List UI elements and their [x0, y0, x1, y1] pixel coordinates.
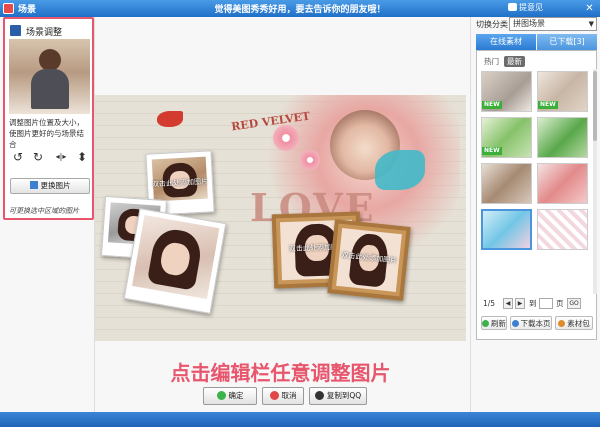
goto-label: 到	[529, 299, 537, 308]
material-thumbnail[interactable]: NEW	[481, 71, 532, 112]
scene-adjust-icon	[10, 25, 21, 36]
transform-toolbar: ↺ ↻ ◂|▸ ⬍	[11, 150, 91, 166]
flip-horizontal-icon[interactable]: ◂|▸	[51, 150, 71, 164]
red-bird-decoration	[157, 111, 183, 127]
material-thumbnails: NEW NEW NEW	[481, 71, 593, 293]
new-badge: NEW	[482, 147, 502, 155]
material-thumbnail[interactable]	[537, 163, 588, 204]
refresh-button[interactable]: 刷新	[481, 316, 507, 330]
refresh-icon	[482, 320, 489, 327]
download-page-label: 下载本页	[520, 319, 551, 328]
pagination: 1/5 ◀ ▶ 到 页 GO	[481, 298, 593, 310]
category-select[interactable]: 拼图场景 ▼	[509, 17, 597, 31]
handwritten-note: 可更换选中区域的图片	[9, 207, 79, 215]
check-icon	[216, 391, 226, 400]
selected-photo-preview	[9, 39, 90, 114]
butterfly-decoration	[375, 150, 425, 190]
chevron-down-icon: ▼	[588, 20, 594, 28]
scene-canvas[interactable]: RED VELVET LOVE 双击此处添加图片 双击此处添加图片 双击此处添加…	[95, 95, 466, 341]
material-thumbnail[interactable]	[537, 117, 588, 158]
photo-slot	[132, 215, 220, 300]
close-icon	[269, 391, 279, 400]
wooden-photo-frame[interactable]: 双击此处添加图片	[327, 219, 411, 301]
material-thumbnail[interactable]	[481, 209, 532, 250]
filter-hot[interactable]: 热门	[481, 56, 502, 67]
go-button[interactable]: GO	[567, 298, 581, 309]
flower-decoration	[300, 150, 320, 170]
panel-description: 调整图片位置及大小，使图片更好的与场景结合	[9, 118, 84, 149]
replace-image-button[interactable]: 更换图片	[10, 178, 90, 194]
feedback-label: 提意见	[519, 3, 543, 12]
instruction-caption: 点击编辑栏任意调整图片	[170, 361, 391, 385]
material-pack-button[interactable]: 素材包	[555, 316, 593, 330]
cancel-button[interactable]: 取消	[262, 387, 304, 405]
rotate-left-icon[interactable]: ↺	[11, 150, 25, 164]
material-actions: 刷新 下载本页 素材包	[481, 316, 593, 330]
image-icon	[29, 181, 38, 189]
download-icon	[511, 320, 519, 327]
material-thumbnail[interactable]: NEW	[537, 71, 588, 112]
ok-button[interactable]: 确定	[203, 387, 257, 405]
prev-page-button[interactable]: ◀	[503, 298, 513, 309]
page-indicator: 1/5	[483, 299, 496, 308]
download-page-button[interactable]: 下载本页	[510, 316, 552, 330]
rotate-right-icon[interactable]: ↻	[31, 150, 45, 164]
right-divider	[470, 17, 471, 412]
new-badge: NEW	[538, 101, 558, 109]
copy-to-qq-label: 复制到QQ	[326, 391, 362, 400]
page-number-input[interactable]	[539, 298, 553, 309]
materials-panel: 热门 最新 NEW NEW NEW 1/5 ◀ ▶ 到 页 GO 刷新 下载本页…	[476, 50, 597, 340]
material-thumbnail[interactable]	[537, 209, 588, 250]
category-label: 切换分类	[476, 20, 508, 29]
ok-label: 确定	[228, 391, 244, 400]
panel-title: 场景调整	[26, 28, 63, 38]
close-button[interactable]: ✕	[583, 3, 596, 14]
next-page-button[interactable]: ▶	[515, 298, 525, 309]
new-badge: NEW	[482, 101, 502, 109]
refresh-label: 刷新	[491, 319, 506, 328]
flip-vertical-icon[interactable]: ⬍	[75, 150, 89, 164]
status-bar	[0, 412, 600, 427]
panel-header: 场景调整	[10, 24, 90, 38]
flower-decoration	[273, 125, 299, 151]
main-area: 场景调整 调整图片位置及大小，使图片更好的与场景结合 ↺ ↻ ◂|▸ ⬍ 更换图…	[0, 17, 600, 412]
feedback-link[interactable]: 提意见	[508, 2, 543, 13]
scene-adjust-panel: 场景调整 调整图片位置及大小，使图片更好的与场景结合 ↺ ↻ ◂|▸ ⬍ 更换图…	[3, 17, 94, 220]
speech-bubble-icon	[508, 3, 517, 11]
replace-image-label: 更换图片	[40, 181, 71, 190]
tab-online-materials[interactable]: 在线素材	[476, 34, 536, 50]
category-value: 拼图场景	[513, 19, 545, 28]
cancel-label: 取消	[281, 391, 297, 400]
qq-penguin-icon	[314, 391, 324, 400]
material-tabs: 在线素材 已下载[3]	[476, 34, 597, 50]
copy-to-qq-button[interactable]: 复制到QQ	[309, 387, 367, 405]
page-suffix: 页	[556, 299, 564, 308]
material-pack-label: 素材包	[567, 319, 590, 328]
thumbnail-scrollbar[interactable]	[593, 69, 597, 294]
title-bar: 场景 觉得美图秀秀好用，要去告诉你的朋友哦！ 提意见 ✕	[0, 0, 600, 17]
package-icon	[558, 320, 566, 327]
material-thumbnail[interactable]: NEW	[481, 117, 532, 158]
photo-frame[interactable]	[123, 208, 227, 314]
tab-downloaded[interactable]: 已下载[3]	[537, 34, 597, 50]
material-thumbnail[interactable]	[481, 163, 532, 204]
scrollbar-thumb[interactable]	[593, 71, 597, 141]
filter-newest[interactable]: 最新	[504, 56, 525, 67]
